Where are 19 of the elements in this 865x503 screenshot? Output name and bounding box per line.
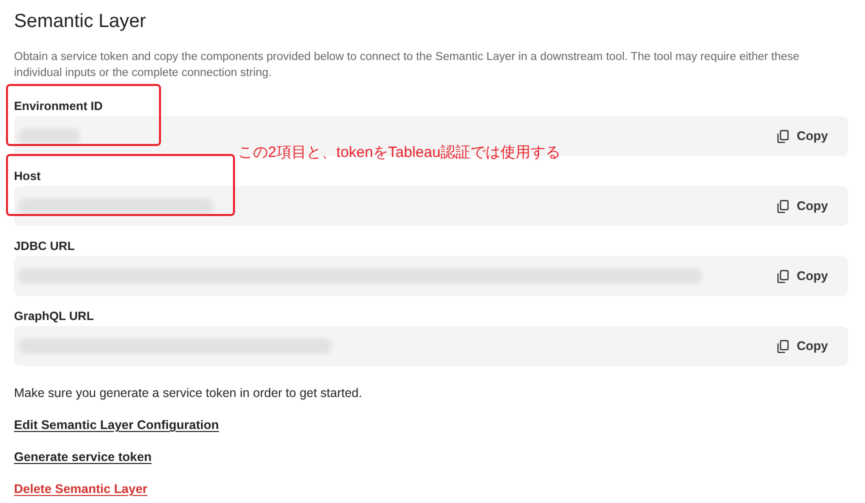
field-label: JDBC URL xyxy=(14,238,76,255)
copy-button[interactable]: Copy xyxy=(776,196,828,216)
action-link[interactable]: Generate service token xyxy=(14,448,152,466)
copy-button[interactable]: Copy xyxy=(776,126,828,146)
copy-icon xyxy=(776,340,789,352)
copy-button[interactable]: Copy xyxy=(776,266,828,286)
field-label: Environment ID xyxy=(14,98,104,115)
copy-icon xyxy=(776,270,789,282)
copy-icon xyxy=(776,200,789,212)
description: Obtain a service token and copy the components provided below to connect to the Semantic Layer in a downstream tool. The tool may require either these individual inputs or the complete connection string. xyxy=(14,50,800,81)
note-text: Make sure you generate a service token in order to get started. xyxy=(14,385,364,402)
copy-icon xyxy=(776,130,789,142)
page-title: Semantic Layer xyxy=(14,10,148,34)
action-link[interactable]: Delete Semantic Layer xyxy=(14,480,148,498)
field-label: GraphQL URL xyxy=(14,308,95,325)
copy-button[interactable]: Copy xyxy=(776,336,828,356)
action-link[interactable]: Edit Semantic Layer Configuration xyxy=(14,416,219,434)
field-label: Host xyxy=(14,168,42,185)
annotation-text: この2項目と、tokenをTableau認証では使用する xyxy=(238,143,561,163)
